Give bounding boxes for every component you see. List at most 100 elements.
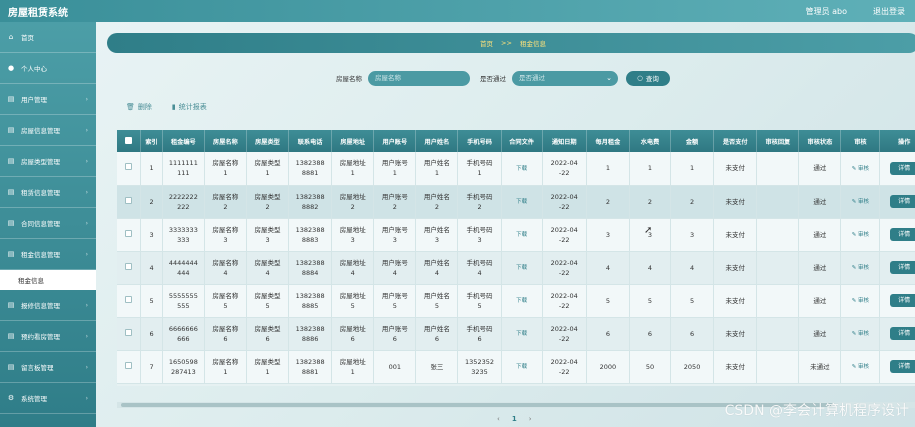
table-cell: 房屋地址 4 xyxy=(331,251,375,285)
audit-button[interactable]: ✎ 审核 xyxy=(852,298,869,304)
audit-button[interactable]: ✎ 审核 xyxy=(852,166,869,172)
detail-button[interactable]: 详情 xyxy=(890,261,915,274)
delete-button[interactable]: 🗑 删除 xyxy=(126,102,152,112)
table-cell: 3333333 333 xyxy=(162,218,205,252)
download-link[interactable]: 下载 xyxy=(516,364,527,370)
next-page-button[interactable]: › xyxy=(529,415,532,423)
sidebar-item-label: 预约看房管理 xyxy=(21,333,60,341)
audit-button[interactable]: ✎ 审核 xyxy=(852,331,869,337)
row-checkbox[interactable] xyxy=(125,229,133,237)
audit-button[interactable]: ✎ 审核 xyxy=(852,265,869,271)
sidebar-item[interactable]: ▤ 用户管理 › xyxy=(0,84,96,115)
table-cell: 用户姓名 2 xyxy=(415,185,459,219)
home-icon: ⌂ xyxy=(8,33,14,41)
table-cell: 2022-04 -22 xyxy=(542,218,587,252)
sidebar-item[interactable]: ▤ 合同信息管理 › xyxy=(0,208,96,239)
download-link[interactable]: 下载 xyxy=(516,166,527,172)
download-link[interactable]: 下载 xyxy=(516,331,527,337)
row-checkbox[interactable] xyxy=(125,361,133,369)
column-header: 用户姓名 xyxy=(415,130,459,152)
table-cell: 房屋地址 1 xyxy=(331,152,375,186)
table-cell: 用户姓名 5 xyxy=(415,284,459,318)
row-checkbox[interactable] xyxy=(125,328,133,336)
chevron-icon: › xyxy=(85,95,88,103)
table-cell: 5 xyxy=(670,284,715,318)
audit-button[interactable]: ✎ 审核 xyxy=(852,232,869,238)
approved-select[interactable]: 是否通过 ⌄ xyxy=(512,70,618,86)
sidebar-item[interactable]: ⌂ 首页 xyxy=(0,22,96,53)
sidebar-item[interactable]: ▤ 报修信息管理 › xyxy=(0,290,96,321)
detail-button[interactable]: 详情 xyxy=(890,228,915,241)
row-checkbox[interactable] xyxy=(125,295,133,303)
column-header: 操作 xyxy=(879,130,915,152)
house-name-input[interactable]: 房屋名称 xyxy=(368,70,470,86)
table-row: 3 3333333 333 房屋名称 3 房屋类型 3 1382388 8883 房屋地址… xyxy=(117,218,915,252)
page-1-button[interactable]: 1 xyxy=(512,415,517,423)
sidebar-item[interactable]: ▤ 房屋类型管理 › xyxy=(0,146,96,177)
sidebar-item[interactable]: ▤ 留言板管理 › xyxy=(0,352,96,383)
download-link[interactable]: 下载 xyxy=(516,298,527,304)
breadcrumb-separator: >> xyxy=(501,39,512,47)
table-cell: 未支付 xyxy=(713,317,758,351)
detail-button[interactable]: 详情 xyxy=(890,327,915,340)
sidebar-item[interactable]: ▤ 租赁信息管理 › xyxy=(0,177,96,208)
download-link[interactable]: 下载 xyxy=(516,199,527,205)
report-button[interactable]: ▮ 统计报表 xyxy=(172,102,207,112)
table-cell: 下载 xyxy=(501,251,543,285)
sidebar-item[interactable]: ▤ 租金信息管理 › xyxy=(0,239,96,270)
rent-table: 索引 租金编号 房屋名称 房屋类型 联系电话 房屋地址 用户账号 用户姓名 手机号码 合同文件 通知… xyxy=(117,130,915,386)
download-link[interactable]: 下载 xyxy=(516,232,527,238)
column-header: 索引 xyxy=(140,130,163,152)
table-cell xyxy=(117,284,142,318)
row-checkbox[interactable] xyxy=(125,262,133,270)
detail-button[interactable]: 详情 xyxy=(890,294,915,307)
table-cell: 50 xyxy=(629,350,671,384)
table-cell: 1 xyxy=(670,152,715,186)
prev-page-button[interactable]: ‹ xyxy=(497,415,500,423)
appointment-icon: ▤ xyxy=(7,332,15,340)
audit-label: 审核 xyxy=(858,265,870,271)
sidebar-item-label: 合同信息管理 xyxy=(21,220,60,228)
select-all-checkbox[interactable] xyxy=(125,136,133,144)
sidebar-item[interactable]: ● 个人中心 xyxy=(0,53,96,84)
table-cell: ✎ 审核 xyxy=(840,284,881,318)
table-row: 6 6666666 666 房屋名称 6 房屋类型 6 1382388 8886 房屋地址… xyxy=(117,317,915,351)
audit-button[interactable]: ✎ 审核 xyxy=(852,364,869,370)
table-cell xyxy=(117,251,142,285)
table-cell: 房屋地址 3 xyxy=(331,218,375,252)
row-checkbox[interactable] xyxy=(125,163,133,171)
sidebar-subitem-rent-info[interactable]: 租金信息 xyxy=(0,270,96,290)
audit-label: 审核 xyxy=(858,199,870,205)
sidebar-item[interactable]: ⚙ 系统管理 › xyxy=(0,383,96,414)
chevron-icon: › xyxy=(85,126,88,134)
column-header: 审核回复 xyxy=(756,130,800,152)
table-header-row: 索引 租金编号 房屋名称 房屋类型 联系电话 房屋地址 用户账号 用户姓名 手机号码 合同文件 通知… xyxy=(117,130,915,152)
detail-button[interactable]: 详情 xyxy=(890,161,915,175)
trash-icon: 🗑 xyxy=(126,103,135,111)
search-button[interactable]: ○ 查询 xyxy=(626,70,670,86)
table-cell: 2050 xyxy=(670,350,715,384)
row-checkbox[interactable] xyxy=(125,196,133,204)
table-cell: 7 xyxy=(140,350,163,384)
detail-button[interactable]: 详情 xyxy=(890,360,915,373)
table-cell: ✎ 审核 xyxy=(840,218,881,252)
table-row: 5 5555555 555 房屋名称 5 房屋类型 5 1382388 8885 房屋地址… xyxy=(117,284,915,318)
audit-button[interactable]: ✎ 审核 xyxy=(852,199,869,205)
detail-button[interactable]: 详情 xyxy=(890,195,915,208)
table-cell: 用户姓名 1 xyxy=(415,152,459,186)
search-bar: 房屋名称 房屋名称 是否通过 是否通过 ⌄ ○ 查询 xyxy=(336,70,670,86)
column-header: 是否支付 xyxy=(713,130,758,152)
table-cell: 4 xyxy=(140,251,163,285)
column-header: 房屋名称 xyxy=(204,130,247,152)
table-cell: 2 xyxy=(629,185,671,219)
table-cell: 房屋名称 3 xyxy=(204,218,247,252)
select-all-header[interactable] xyxy=(117,130,142,152)
breadcrumb-home[interactable]: 首页 xyxy=(480,38,493,48)
table-cell: 4 xyxy=(670,251,715,285)
logout-link[interactable]: 退出登录 xyxy=(873,6,905,17)
sidebar-item[interactable]: ▤ 房屋信息管理 › xyxy=(0,115,96,146)
table-cell: 未通过 xyxy=(798,350,842,384)
sidebar-item[interactable]: ▤ 预约看房管理 › xyxy=(0,321,96,352)
download-link[interactable]: 下载 xyxy=(516,265,527,271)
table-cell: 通过 xyxy=(798,284,842,318)
